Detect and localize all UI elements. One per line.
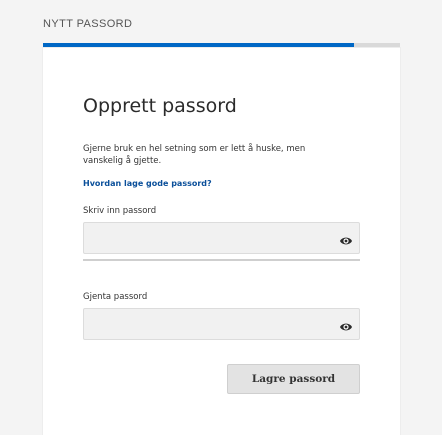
password-help-link[interactable]: Hvordan lage gode passord? — [83, 179, 212, 188]
section-label: NYTT PASSORD — [43, 18, 133, 30]
repeat-password-input[interactable] — [84, 309, 359, 339]
card-description: Gjerne bruk en hel setning som er lett å… — [83, 144, 306, 166]
repeat-password-field[interactable] — [83, 308, 360, 340]
save-password-button[interactable]: Lagre passord — [227, 364, 360, 394]
password-field[interactable] — [83, 222, 360, 254]
eye-icon[interactable] — [339, 232, 353, 245]
password-field-label: Skriv inn passord — [83, 206, 157, 216]
password-card: Opprett passord Gjerne bruk en hel setni… — [43, 48, 400, 435]
password-input[interactable] — [84, 223, 359, 253]
eye-icon[interactable] — [339, 318, 353, 331]
divider — [83, 259, 360, 261]
card-title: Opprett passord — [83, 95, 237, 117]
repeat-password-field-label: Gjenta passord — [83, 292, 148, 302]
page: NYTT PASSORD Opprett passord Gjerne bruk… — [0, 0, 442, 435]
